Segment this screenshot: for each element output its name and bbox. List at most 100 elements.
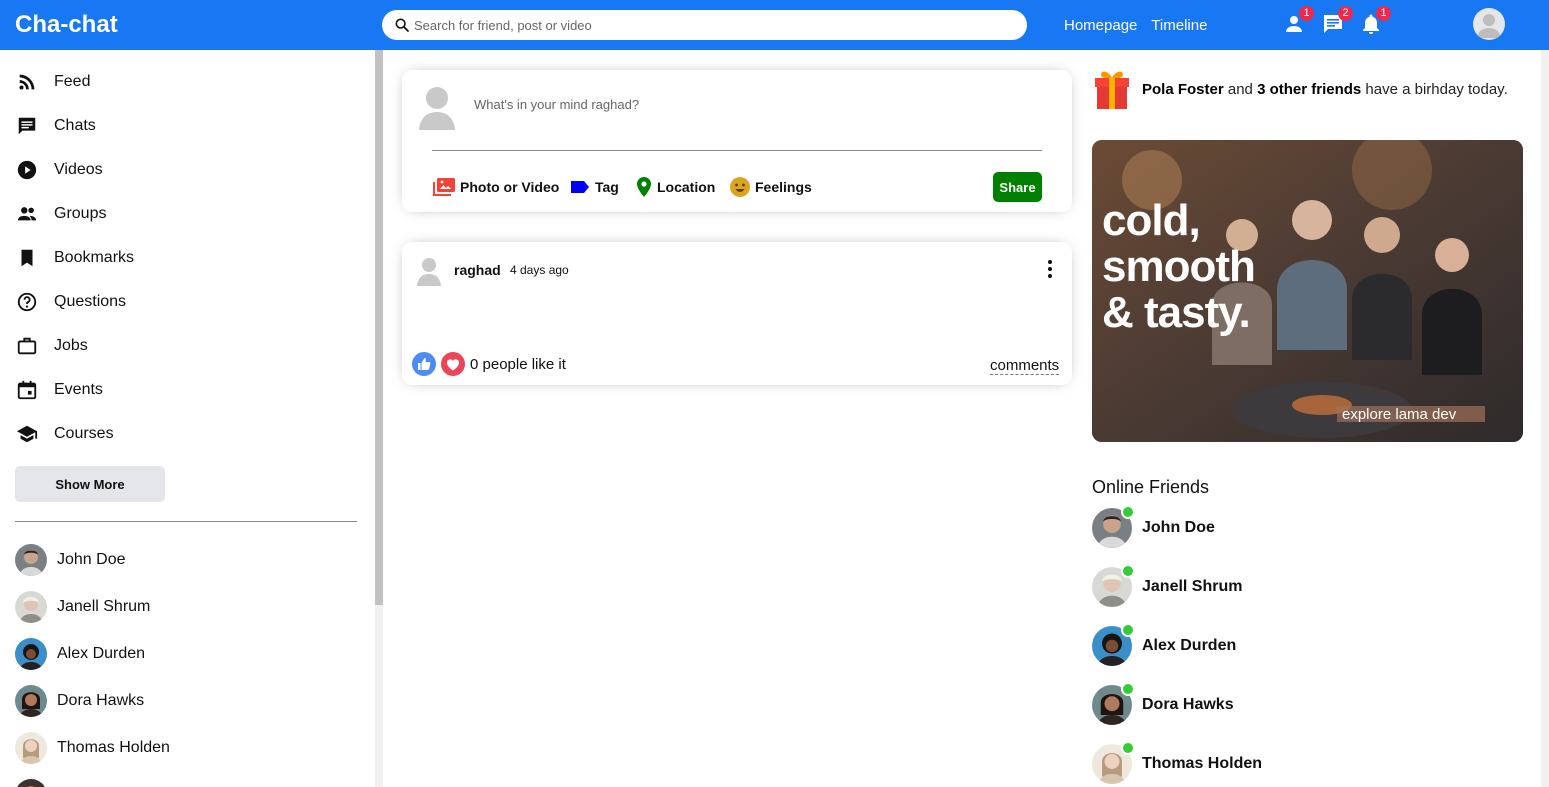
sidebar-item-bookmarks[interactable]: Bookmarks [16, 246, 134, 270]
sidebar: Feed Chats Videos Groups Bookmarks Quest… [0, 50, 377, 787]
friend-list-item[interactable]: Thomas Holden [15, 732, 170, 764]
help-outline-icon [17, 292, 37, 312]
sidebar-item-jobs[interactable]: Jobs [16, 334, 88, 358]
online-friend-item[interactable]: John Doe [1092, 505, 1215, 548]
sidebar-item-questions[interactable]: Questions [16, 290, 126, 314]
friend-list-item[interactable]: John Doe [15, 544, 126, 576]
online-friend-item[interactable]: Thomas Holden [1092, 741, 1263, 784]
tag-option[interactable]: Tag [569, 176, 619, 198]
avatar-placeholder-icon [1477, 14, 1501, 38]
sidebar-item-label: Events [54, 381, 103, 398]
topbar-links: Homepage Timeline [1064, 17, 1217, 34]
sidebar-item-events[interactable]: Events [16, 378, 103, 402]
online-friend-name: Dora Hawks [1142, 696, 1234, 713]
online-friend-item[interactable]: Dora Hawks [1092, 682, 1234, 725]
friend-name: Dora Hawks [57, 692, 145, 709]
messages-button[interactable]: 2 [1321, 6, 1353, 36]
share-input[interactable] [474, 92, 1034, 116]
avatar [15, 732, 47, 764]
avatar [1092, 682, 1135, 725]
logo[interactable]: Cha-chat [15, 11, 118, 39]
friend-list-item[interactable]: Dora Hawks [15, 685, 144, 717]
sidebar-item-videos[interactable]: Videos [16, 158, 103, 182]
notifications-button[interactable]: 1 [1359, 6, 1391, 36]
more-vert-icon[interactable] [1042, 259, 1058, 279]
online-status-dot [1121, 741, 1135, 755]
share-button[interactable]: Share [993, 172, 1042, 202]
topbar: Cha-chat Homepage Timeline 1 2 1 [0, 0, 1549, 50]
search-icon [395, 18, 409, 32]
location-option[interactable]: Location [635, 176, 715, 198]
feelings-label: Feelings [755, 179, 812, 195]
room-icon [637, 177, 651, 197]
gift-icon [1095, 71, 1129, 109]
comments-link[interactable]: comments [990, 357, 1060, 375]
photo-video-option[interactable]: Photo or Video [432, 176, 559, 198]
online-status-dot [1121, 564, 1135, 578]
perm-media-icon [433, 178, 455, 196]
ad-headline-line: smooth [1102, 242, 1256, 291]
friend-list-item[interactable] [15, 779, 57, 787]
homepage-link[interactable]: Homepage [1064, 17, 1137, 34]
sidebar-item-label: Questions [54, 293, 127, 310]
avatar [1092, 741, 1135, 784]
ad-headline-line: cold, [1102, 196, 1201, 245]
page-scroll-track[interactable] [1541, 50, 1549, 787]
feelings-option[interactable]: Feelings [729, 176, 812, 198]
sidebar-item-label: Chats [54, 117, 96, 134]
birthday-notice: Pola Foster and 3 other friends have a b… [1142, 81, 1508, 98]
ad-headline-line: & tasty. [1102, 288, 1251, 337]
school-icon [16, 425, 38, 443]
avatar-placeholder-icon[interactable] [416, 256, 442, 286]
ad-headline: cold, smooth & tasty. [1102, 196, 1256, 337]
search-input[interactable] [414, 10, 1014, 40]
post: raghad 4 days ago 0 people like it comme… [402, 242, 1072, 385]
share-box: Photo or Video Tag Location Feelings Sha… [402, 70, 1072, 212]
post-date: 4 days ago [510, 263, 569, 277]
sidebar-item-label: Feed [54, 73, 91, 90]
location-label: Location [657, 179, 716, 195]
avatar [15, 638, 47, 670]
ad-banner[interactable]: cold, smooth & tasty. explore lama dev [1092, 140, 1523, 442]
online-friend-item[interactable]: Janell Shrum [1092, 564, 1242, 607]
tag-label: Tag [595, 179, 619, 195]
profile-avatar[interactable] [1473, 8, 1505, 40]
friend-requests-badge: 1 [1299, 6, 1314, 21]
sidebar-item-chats[interactable]: Chats [16, 114, 96, 138]
emoji-emotions-icon [730, 177, 750, 197]
sidebar-divider [15, 521, 357, 522]
like-icon[interactable] [412, 352, 436, 376]
sidebar-item-feed[interactable]: Feed [16, 70, 90, 94]
avatar [1092, 505, 1135, 548]
friend-list-item[interactable]: Janell Shrum [15, 591, 150, 623]
sidebar-item-label: Groups [54, 205, 107, 222]
show-more-button[interactable]: Show More [15, 466, 165, 502]
birthday-friend-name[interactable]: Pola Foster [1142, 81, 1224, 98]
avatar [15, 544, 47, 576]
sidebar-item-label: Bookmarks [54, 249, 135, 266]
friend-name: Thomas Holden [57, 739, 170, 756]
photo-video-label: Photo or Video [460, 179, 560, 195]
work-outline-icon [17, 337, 37, 355]
play-circle-icon [17, 160, 37, 180]
birthday-others[interactable]: 3 other friends [1257, 81, 1361, 98]
friend-list-item[interactable]: Alex Durden [15, 638, 145, 670]
sidebar-item-groups[interactable]: Groups [16, 202, 106, 226]
online-friend-name: Thomas Holden [1142, 755, 1263, 772]
friend-requests-button[interactable]: 1 [1282, 6, 1314, 36]
search-bar[interactable] [382, 10, 1027, 40]
birthday-suffix: have a birhday today. [1365, 81, 1508, 98]
online-status-dot [1121, 682, 1135, 696]
post-username[interactable]: raghad [454, 262, 501, 278]
sidebar-item-label: Jobs [54, 337, 88, 354]
avatar [15, 685, 47, 717]
heart-icon[interactable] [441, 352, 465, 376]
label-icon [571, 181, 589, 193]
online-friend-item[interactable]: Alex Durden [1092, 623, 1236, 666]
online-status-dot [1121, 623, 1135, 637]
group-icon [17, 207, 37, 221]
sidebar-item-courses[interactable]: Courses [16, 422, 114, 446]
online-friends-title: Online Friends [1092, 477, 1210, 497]
online-status-dot [1121, 505, 1135, 519]
timeline-link[interactable]: Timeline [1151, 17, 1207, 34]
